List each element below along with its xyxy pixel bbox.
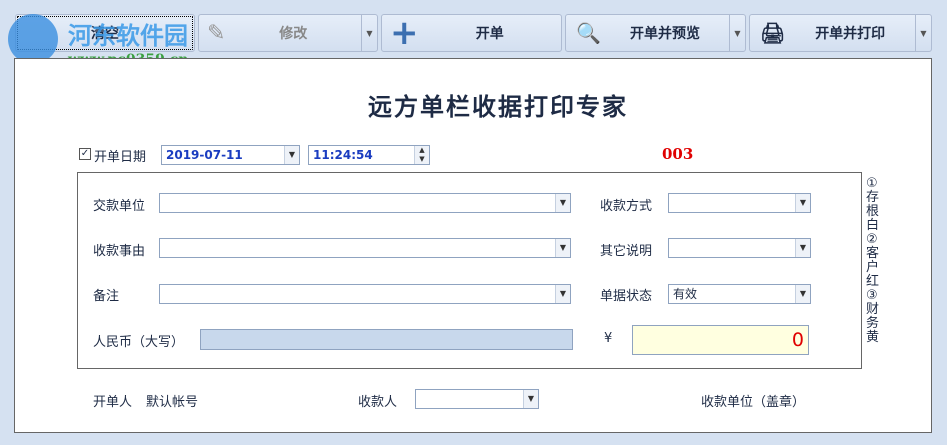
status-value: 有效: [673, 287, 698, 301]
status-label: 单据状态: [600, 289, 653, 304]
time-spinner[interactable]: ▲ ▼: [414, 146, 429, 164]
pencil-icon: ✎: [207, 20, 226, 46]
new-label: 开单: [475, 26, 504, 42]
receiver-label: 收款人: [358, 395, 398, 410]
edit-dropdown[interactable]: ▼: [361, 15, 377, 51]
chevron-down-icon[interactable]: ▼: [555, 285, 570, 303]
method-label: 收款方式: [600, 199, 653, 214]
chevron-down-icon[interactable]: ▼: [795, 239, 810, 257]
new-preview-button[interactable]: 🔍 开单并预览 ▼: [565, 14, 746, 52]
date-checkbox[interactable]: ✓: [79, 148, 91, 160]
rmb-label: 人民币（大写）: [93, 335, 185, 350]
print-dropdown[interactable]: ▼: [915, 15, 931, 51]
reason-combo[interactable]: ▼: [159, 238, 571, 258]
issuer-label: 开单人: [93, 395, 133, 410]
amount-input[interactable]: 0: [632, 325, 809, 355]
yen-symbol: ¥: [604, 331, 613, 346]
receiver-combo[interactable]: ▼: [415, 389, 539, 409]
preview-icon: 🔍: [576, 21, 601, 45]
new-print-button[interactable]: 🖨 开单并打印 ▼: [749, 14, 932, 52]
plus-icon: +: [390, 13, 419, 53]
copy-color-note: ①存根白②客户红③财务黄: [866, 176, 880, 345]
chevron-down-icon[interactable]: ▼: [555, 239, 570, 257]
new-preview-label: 开单并预览: [629, 26, 700, 42]
payer-combo[interactable]: ▼: [159, 193, 571, 213]
chevron-down-icon[interactable]: ▼: [795, 194, 810, 212]
status-combo[interactable]: 有效 ▼: [668, 284, 811, 304]
date-value: 2019-07-11: [166, 148, 243, 162]
edit-label: 修改: [279, 26, 308, 42]
other-combo[interactable]: ▼: [668, 238, 811, 258]
clear-button[interactable]: 清空: [15, 14, 195, 52]
chevron-down-icon[interactable]: ▼: [795, 285, 810, 303]
printer-icon: 🖨: [760, 21, 786, 45]
payer-label: 交款单位: [93, 199, 146, 214]
amount-value: 0: [791, 329, 804, 351]
date-picker[interactable]: 2019-07-11 ▼: [161, 145, 300, 165]
edit-button[interactable]: ✎ 修改 ▼: [198, 14, 378, 52]
stamp-label: 收款单位（盖章）: [701, 395, 806, 410]
clear-label: 清空: [91, 26, 119, 42]
rmb-field: [200, 329, 573, 350]
note-label: 备注: [93, 289, 120, 304]
date-label: 开单日期: [94, 150, 147, 165]
time-input[interactable]: 11:24:54 ▲ ▼: [308, 145, 430, 165]
page-title: 远方单栏收据打印专家: [368, 93, 628, 121]
new-button[interactable]: + 开单: [381, 14, 562, 52]
receipt-number: 003: [662, 145, 694, 163]
chevron-down-icon[interactable]: ▼: [523, 390, 538, 408]
note-combo[interactable]: ▼: [159, 284, 571, 304]
chevron-down-icon[interactable]: ▼: [284, 146, 299, 164]
time-value: 11:24:54: [313, 148, 373, 162]
other-label: 其它说明: [600, 244, 653, 259]
method-combo[interactable]: ▼: [668, 193, 811, 213]
chevron-down-icon[interactable]: ▼: [555, 194, 570, 212]
preview-dropdown[interactable]: ▼: [729, 15, 745, 51]
reason-label: 收款事由: [93, 244, 146, 259]
new-print-label: 开单并打印: [815, 26, 886, 42]
issuer-value: 默认帐号: [146, 395, 199, 410]
receipt-panel: 远方单栏收据打印专家 ✓ 开单日期 2019-07-11 ▼ 11:24:54 ▲ ▼…: [14, 58, 932, 433]
